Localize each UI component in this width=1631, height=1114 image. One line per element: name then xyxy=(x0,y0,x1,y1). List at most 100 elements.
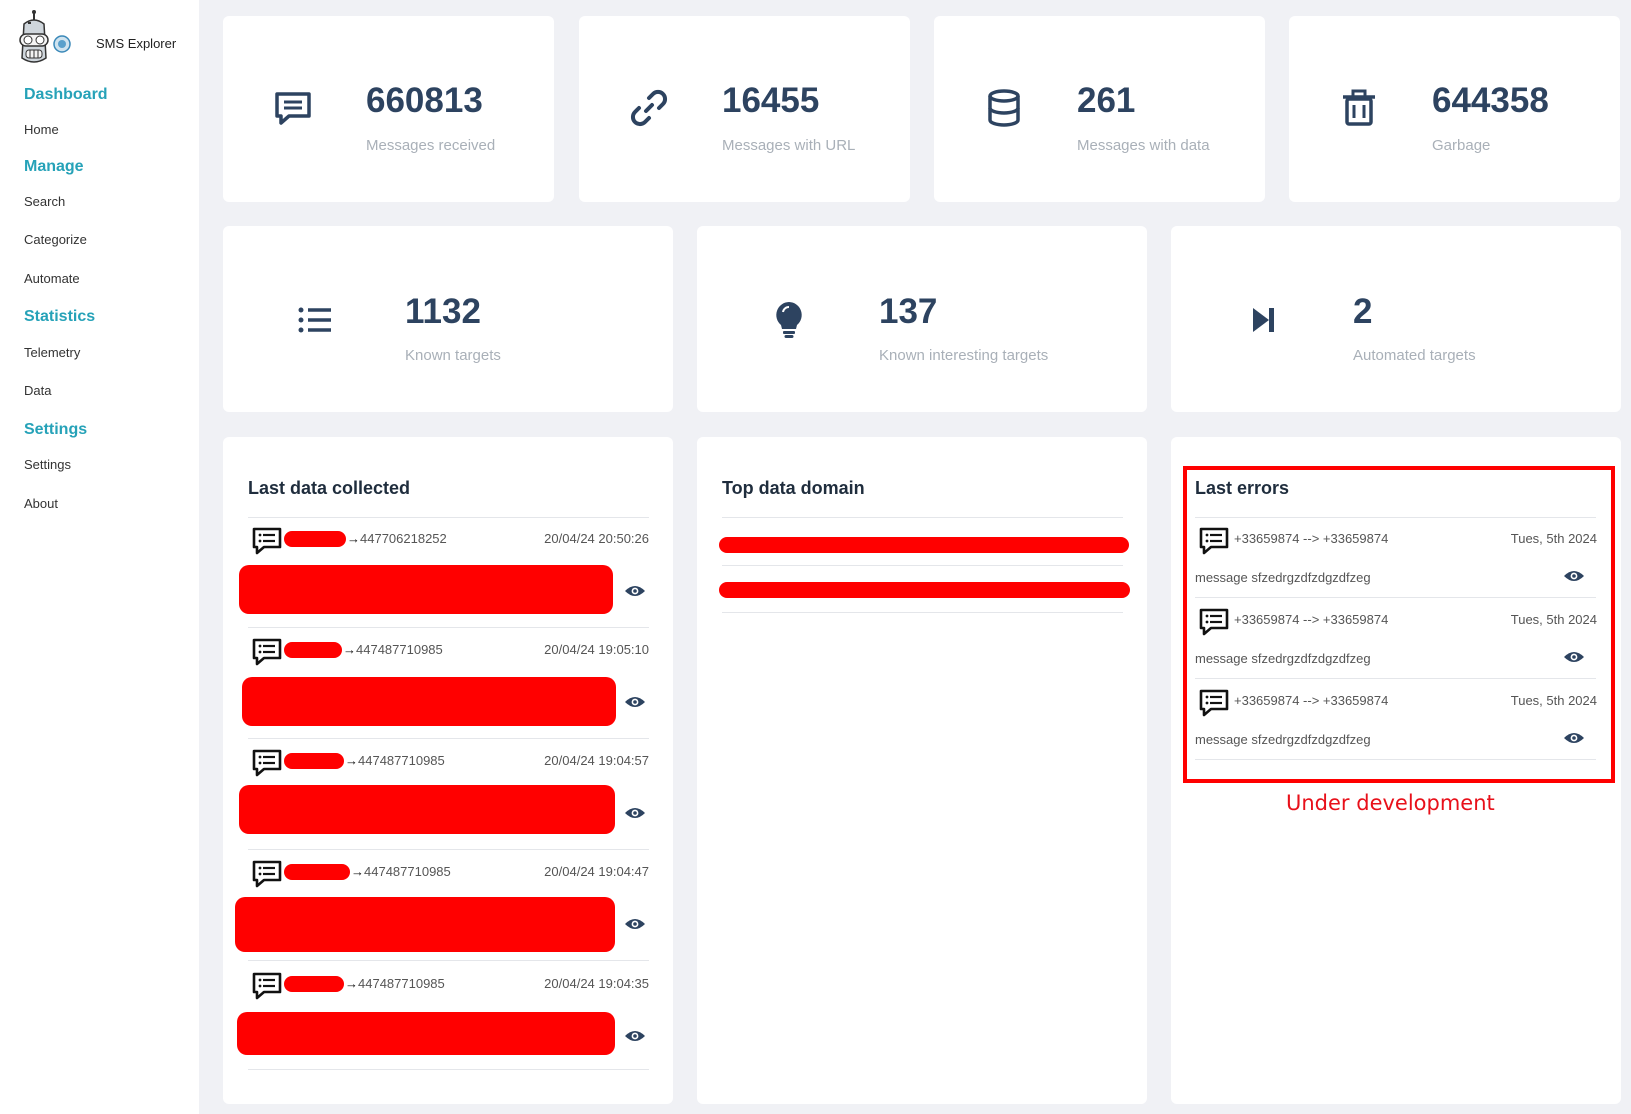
stat-value: 644358 xyxy=(1432,81,1549,120)
arrow-right-icon: → xyxy=(345,753,358,768)
message-icon xyxy=(251,859,283,889)
stat-value: 16455 xyxy=(722,81,820,120)
message-icon xyxy=(251,637,283,667)
phone-number: 447487710985 xyxy=(356,642,443,657)
nav-group-settings: Settings xyxy=(24,421,88,438)
recipient-number: →447487710985 xyxy=(343,642,443,657)
annotation-highlight-box xyxy=(1183,466,1615,783)
divider xyxy=(722,517,1123,518)
stat-label: Automated targets xyxy=(1353,347,1476,364)
timestamp: 20/04/24 19:04:47 xyxy=(544,864,649,879)
recipient-number: →447706218252 xyxy=(347,531,447,546)
stat-value: 261 xyxy=(1077,81,1136,120)
app-name: SMS Explorer xyxy=(96,35,177,51)
stat-card-automated-targets: 2 Automated targets xyxy=(1171,226,1621,412)
eye-icon[interactable] xyxy=(624,695,646,709)
arrow-right-icon: → xyxy=(345,976,358,991)
timestamp: 20/04/24 19:04:57 xyxy=(544,753,649,768)
recipient-number: →447487710985 xyxy=(345,976,445,991)
sidebar-item-about[interactable]: About xyxy=(24,496,58,511)
message-icon xyxy=(273,88,313,128)
divider xyxy=(248,960,649,961)
phone-number: 447487710985 xyxy=(364,864,451,879)
stat-label: Known targets xyxy=(405,347,501,364)
redacted-message xyxy=(242,677,616,726)
redacted-message xyxy=(235,897,615,952)
redacted-message xyxy=(239,785,615,834)
last-data-panel: Last data collected →447706218252 20/04/2… xyxy=(223,437,673,1104)
timestamp: 20/04/24 20:50:26 xyxy=(544,531,649,546)
phone-number: 447706218252 xyxy=(360,531,447,546)
stat-card-messages-data: 261 Messages with data xyxy=(934,16,1265,202)
stat-card-garbage: 644358 Garbage xyxy=(1289,16,1620,202)
sidebar-item-data[interactable]: Data xyxy=(24,383,51,398)
sidebar-item-home[interactable]: Home xyxy=(24,122,59,137)
trash-icon xyxy=(1339,88,1379,128)
divider xyxy=(722,565,1123,566)
stat-card-interesting-targets: 137 Known interesting targets xyxy=(697,226,1147,412)
database-icon xyxy=(984,88,1024,128)
phone-number: 447487710985 xyxy=(358,753,445,768)
redacted-sender xyxy=(284,642,342,658)
stat-card-messages-url: 16455 Messages with URL xyxy=(579,16,910,202)
stat-value: 137 xyxy=(879,292,938,331)
nav-group-manage: Manage xyxy=(24,158,84,175)
eye-icon[interactable] xyxy=(624,584,646,598)
stat-label: Messages with URL xyxy=(722,137,856,154)
list-item: →447487710985 20/04/24 19:04:35 xyxy=(223,962,673,1073)
message-icon xyxy=(251,748,283,778)
arrow-right-icon: → xyxy=(351,864,364,879)
eye-icon[interactable] xyxy=(624,1029,646,1043)
sidebar-item-search[interactable]: Search xyxy=(24,194,65,209)
link-icon xyxy=(629,88,669,128)
eye-icon[interactable] xyxy=(624,806,646,820)
nav-group-statistics: Statistics xyxy=(24,308,96,325)
sidebar-item-categorize[interactable]: Categorize xyxy=(24,232,87,247)
redacted-message xyxy=(239,565,613,614)
stat-label: Messages received xyxy=(366,137,496,154)
redacted-sender xyxy=(284,864,350,880)
redacted-sender xyxy=(284,753,344,769)
divider xyxy=(722,612,1123,613)
redacted-domain xyxy=(719,582,1130,598)
robot-logo-icon xyxy=(16,10,80,68)
recipient-number: →447487710985 xyxy=(351,864,451,879)
stat-card-known-targets: 1132 Known targets xyxy=(223,226,673,412)
redacted-sender xyxy=(284,531,346,547)
sidebar-item-automate[interactable]: Automate xyxy=(24,271,80,286)
phone-number: 447487710985 xyxy=(358,976,445,991)
panel-title: Last data collected xyxy=(248,478,411,498)
list-icon xyxy=(295,300,335,340)
list-item: →447706218252 20/04/24 20:50:26 xyxy=(223,517,673,628)
stat-label: Garbage xyxy=(1432,137,1491,154)
stat-value: 660813 xyxy=(366,81,483,120)
sidebar-item-telemetry[interactable]: Telemetry xyxy=(24,345,80,360)
sidebar-item-settings[interactable]: Settings xyxy=(24,457,71,472)
panel-title: Top data domain xyxy=(722,478,865,498)
sidebar: SMS Explorer Dashboard Home Manage Searc… xyxy=(0,0,199,1114)
eye-icon[interactable] xyxy=(624,917,646,931)
stat-value: 2 xyxy=(1353,292,1373,331)
arrow-right-icon: → xyxy=(347,531,360,546)
redacted-message xyxy=(237,1012,615,1055)
message-icon xyxy=(251,971,283,1001)
list-item: →447487710985 20/04/24 19:04:57 xyxy=(223,739,673,850)
recipient-number: →447487710985 xyxy=(345,753,445,768)
stat-label: Messages with data xyxy=(1077,137,1210,154)
redacted-sender xyxy=(284,976,344,992)
timestamp: 20/04/24 19:04:35 xyxy=(544,976,649,991)
stat-card-messages-received: 660813 Messages received xyxy=(223,16,554,202)
divider xyxy=(248,1069,649,1070)
stat-label: Known interesting targets xyxy=(879,347,1049,364)
top-domain-panel: Top data domain xyxy=(697,437,1147,1104)
message-icon xyxy=(251,526,283,556)
nav-group-dashboard: Dashboard xyxy=(24,86,108,103)
redacted-domain xyxy=(719,537,1129,553)
timestamp: 20/04/24 19:05:10 xyxy=(544,642,649,657)
stat-value: 1132 xyxy=(405,292,481,331)
skip-forward-icon xyxy=(1243,300,1283,340)
dev-annotation: Under development xyxy=(1286,791,1495,815)
brand[interactable]: SMS Explorer xyxy=(16,10,176,68)
list-item: →447487710985 20/04/24 19:04:47 xyxy=(223,850,673,961)
arrow-right-icon: → xyxy=(343,642,356,657)
